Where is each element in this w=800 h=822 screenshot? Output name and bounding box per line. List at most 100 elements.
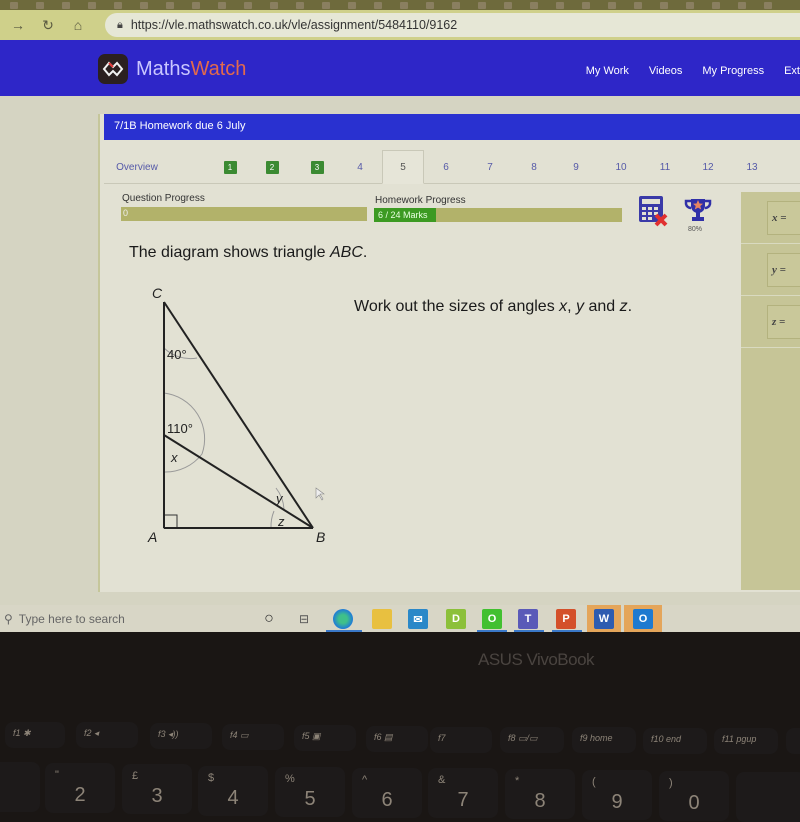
key-6[interactable]: ^ 6 [352,768,422,818]
nav-my-progress[interactable]: My Progress [702,65,764,77]
bookmark-icon[interactable] [478,1,486,9]
tab-label: 4 [357,161,363,173]
edge-icon[interactable] [333,609,353,629]
file-explorer-icon[interactable] [372,609,392,629]
bookmark-icon[interactable] [556,1,564,9]
tab-question-10[interactable]: 10 [609,150,633,184]
bookmark-icon[interactable] [660,1,668,9]
powerpoint-icon[interactable]: P [556,609,576,629]
answer-row-z: z = [741,296,800,348]
bookmark-icon[interactable] [530,1,538,9]
nav-my-work[interactable]: My Work [586,65,629,77]
key-7[interactable]: & 7 [428,768,498,818]
key-4[interactable]: $4 [198,766,268,816]
bookmark-icon[interactable] [62,1,70,9]
tab-question-6[interactable]: 6 [436,150,456,184]
key-1[interactable] [0,762,40,812]
key-f2[interactable]: f2 ◂ [76,722,138,748]
bookmark-icon[interactable] [218,1,226,9]
bookmark-icon[interactable] [10,1,18,9]
key-8[interactable]: * 8 [505,769,575,819]
key-f11[interactable]: f11 pgup [714,728,778,754]
home-icon[interactable]: ⌂ [66,17,90,33]
tab-overview[interactable]: Overview [104,150,170,184]
nav-videos[interactable]: Videos [649,65,682,77]
bookmark-icon[interactable] [452,1,460,9]
mail-icon[interactable]: ✉ [408,609,428,629]
key-f3[interactable]: f3 ◂)) [150,723,212,749]
bookmark-icon[interactable] [114,1,122,9]
docs-d-icon[interactable]: D [446,609,466,629]
bookmark-icon[interactable] [712,1,720,9]
bookmark-icon[interactable] [426,1,434,9]
url-text[interactable]: https://vle.mathswatch.co.uk/vle/assignm… [131,18,457,32]
bookmark-icon[interactable] [322,1,330,9]
key-f12[interactable] [786,728,800,754]
key-f4[interactable]: f4 ▭ [222,724,284,750]
bookmark-icon[interactable] [348,1,356,9]
key-f7[interactable]: f7 [430,727,492,753]
task-var-x: x [559,298,568,315]
tab-question-11[interactable]: 11 [653,150,677,184]
tab-question-5[interactable]: 5 [382,150,424,184]
key-f1[interactable]: f1 ✱ [5,722,65,748]
bookmark-icon[interactable] [270,1,278,9]
key-3[interactable]: £3 [122,764,192,814]
key-2[interactable]: " 2 [45,763,115,813]
tab-label: 11 [659,161,671,173]
tab-question-9[interactable]: 9 [566,150,586,184]
nav-extra[interactable]: Ext [784,65,800,77]
tab-question-8[interactable]: 8 [524,150,544,184]
tab-question-12[interactable]: 12 [696,150,720,184]
bookmark-icon[interactable] [244,1,252,9]
tab-question-7[interactable]: 7 [480,150,500,184]
tab-question-13[interactable]: 13 [740,150,764,184]
teams-icon[interactable]: T [518,609,538,629]
tab-question-4[interactable]: 4 [350,150,370,184]
lock-icon[interactable]: 🔒︎ [117,19,123,32]
bookmark-icon[interactable] [582,1,590,9]
tab-question-3[interactable]: 3 [307,150,327,184]
angle-y-label: y [275,491,284,506]
key-f9[interactable]: f9 home [572,727,636,753]
blue-app-icon[interactable]: O [633,609,653,629]
key-main-label: 2 [74,784,86,806]
bookmark-icon[interactable] [764,1,772,9]
bookmark-icon[interactable] [608,1,616,9]
bookmark-icon[interactable] [36,1,44,9]
key-minus[interactable] [736,772,800,822]
answer-input-x[interactable]: x = [767,201,800,235]
key-5[interactable]: % 5 [275,767,345,817]
bookmark-icon[interactable] [686,1,694,9]
task-view-icon[interactable]: ⊟ [294,609,314,629]
bookmark-icon[interactable] [504,1,512,9]
bookmark-icon[interactable] [88,1,96,9]
side-cb [163,301,314,529]
bookmark-icon[interactable] [400,1,408,9]
answer-input-y[interactable]: y = [767,253,800,287]
bookmark-icon[interactable] [192,1,200,9]
forward-icon[interactable]: → [6,17,30,33]
key-f5[interactable]: f5 ▣ [294,725,356,751]
bookmark-icon[interactable] [634,1,642,9]
reload-icon[interactable]: ↻ [36,17,60,34]
key-f10[interactable]: f10 end [643,728,707,754]
address-bar[interactable]: 🔒︎ https://vle.mathswatch.co.uk/vle/assi… [105,13,800,37]
bookmark-icon[interactable] [140,1,148,9]
bookmark-icon[interactable] [374,1,382,9]
bookmark-icon[interactable] [296,1,304,9]
tab-question-2[interactable]: 2 [262,150,282,184]
key-f6[interactable]: f6 ▤ [366,726,428,752]
word-icon[interactable]: W [594,609,614,629]
green-app-icon[interactable]: O [482,609,502,629]
bookmark-icon[interactable] [166,1,174,9]
key-f8[interactable]: f8 ▭/▭ [500,727,564,753]
mathswatch-logo[interactable]: MathsWatch [98,54,246,84]
taskbar-search[interactable]: ⚲ Type here to search [0,605,250,632]
key-9[interactable]: (9 [582,770,652,820]
answer-input-z[interactable]: z = [767,305,800,339]
cortana-icon[interactable]: ○ [259,609,279,629]
tab-question-1[interactable]: 1 [220,150,240,184]
bookmark-icon[interactable] [738,1,746,9]
key-0[interactable]: ) 0 [659,771,729,821]
